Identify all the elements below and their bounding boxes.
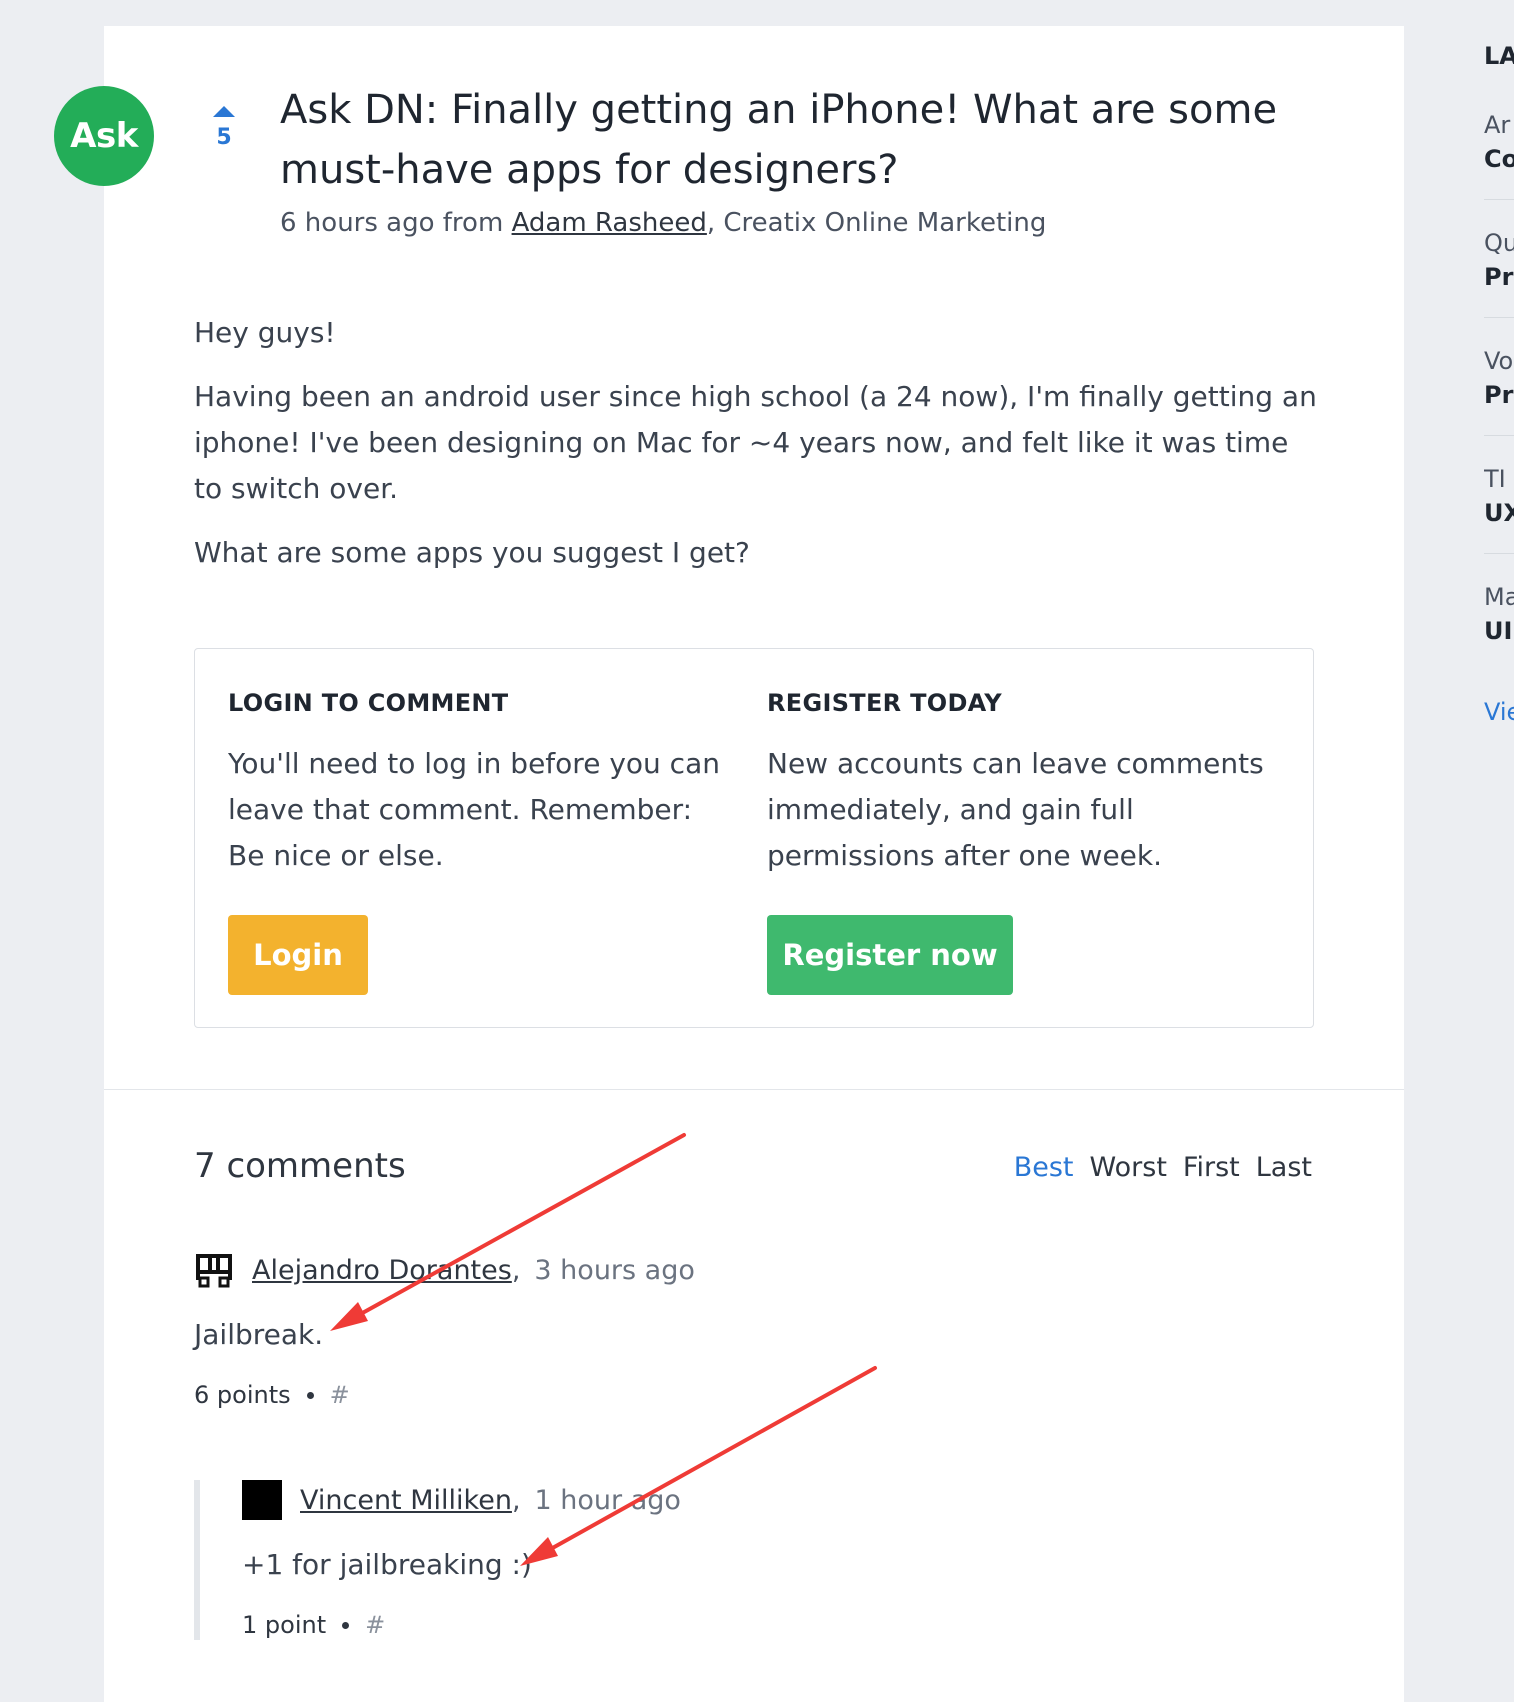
post-body: Hey guys! Having been an android user si… [194,310,1324,594]
comment-author-link[interactable]: Vincent Milliken [300,1485,512,1516]
page: Ask 5 Ask DN: Finally getting an iPhone!… [0,0,1514,1702]
comment-permalink[interactable]: # [365,1611,385,1639]
sidebar-item-category: Ar [1484,111,1511,139]
sort-first[interactable]: First [1183,1152,1240,1183]
sidebar-item-category: Ma [1484,583,1514,611]
ask-badge[interactable]: Ask [54,86,154,186]
sidebar-item[interactable]: Vo Pri [1484,344,1514,436]
black-square-avatar-icon[interactable] [242,1480,282,1520]
post-company: , Creatix Online Marketing [706,208,1047,238]
comment-sort-options: Best Worst First Last [1014,1152,1312,1183]
comment-footer: 1 point # [242,1611,1142,1639]
sidebar-item[interactable]: Qu Pr [1484,226,1514,318]
post-meta: 6 hours ago from Adam Rasheed, Creatix O… [280,208,1046,238]
post-paragraph: Having been an android user since high s… [194,380,1317,505]
login-heading: LOGIN TO COMMENT [228,689,509,717]
sidebar-item-category: TI [1484,465,1506,493]
comment-reply: Vincent Milliken, 1 hour ago +1 for jail… [194,1480,1142,1640]
comment-points: 6 points [194,1381,291,1409]
post-title: Ask DN: Finally getting an iPhone! What … [280,87,1278,193]
separator-dot [306,1391,314,1399]
section-divider [104,1089,1404,1090]
post-paragraph: What are some apps you suggest I get? [194,536,750,569]
sidebar-inner: LA Ar Co Qu Pr Vo Pri TI UX Ma UI Vie [1484,42,1514,726]
sidebar-item-category: Vo [1484,347,1514,375]
login-register-box: LOGIN TO COMMENT You'll need to log in b… [194,648,1314,1028]
comment: Alejandro Dorantes, 3 hours ago Jailbrea… [194,1250,1094,1409]
login-text: You'll need to log in before you can lea… [228,747,720,872]
sidebar-view-all-link[interactable]: Vie [1484,698,1514,726]
post-author-link[interactable]: Adam Rasheed [512,208,707,238]
login-button[interactable]: Login [228,915,368,995]
register-heading: REGISTER TODAY [767,689,1002,717]
vote-widget[interactable]: 5 [210,106,238,150]
sidebar-item-title[interactable]: UI [1484,614,1514,648]
register-text: New accounts can leave comments immediat… [767,747,1264,872]
sidebar-item-category: Qu [1484,229,1514,257]
comment-header: Alejandro Dorantes, 3 hours ago [194,1250,1094,1290]
right-sidebar: LA Ar Co Qu Pr Vo Pri TI UX Ma UI Vie [1484,0,1514,1702]
sidebar-heading: LA [1484,42,1514,70]
sidebar-item-title[interactable]: UX [1484,496,1514,530]
upvote-arrow-icon[interactable] [213,106,235,117]
comment-permalink[interactable]: # [330,1381,350,1409]
comments-count-title: 7 comments [194,1146,406,1186]
sidebar-item-title[interactable]: Co [1484,142,1514,176]
comment-footer: 6 points # [194,1381,1094,1409]
vote-count: 5 [216,125,232,150]
comment-time: 3 hours ago [534,1254,695,1286]
comment-time: 1 hour ago [534,1484,681,1516]
comment-header: Vincent Milliken, 1 hour ago [242,1480,1142,1520]
sidebar-item-title[interactable]: Pri [1484,378,1514,412]
sidebar-item[interactable]: Ar Co [1484,108,1514,200]
sort-worst[interactable]: Worst [1090,1152,1167,1183]
comment-text: Jailbreak. [194,1318,324,1351]
sort-last[interactable]: Last [1256,1152,1312,1183]
post-paragraph: Hey guys! [194,316,336,349]
pixel-glyph-avatar-icon[interactable] [194,1250,234,1290]
post-time: 6 hours ago from [280,208,512,238]
login-column: LOGIN TO COMMENT You'll need to log in b… [228,689,728,879]
register-button[interactable]: Register now [767,915,1013,995]
sidebar-item-title[interactable]: Pr [1484,260,1514,294]
separator-dot [342,1621,350,1629]
sidebar-item[interactable]: TI UX [1484,462,1514,554]
comment-points: 1 point [242,1611,327,1639]
register-column: REGISTER TODAY New accounts can leave co… [767,689,1267,879]
sort-best[interactable]: Best [1014,1152,1074,1183]
comment-author-link[interactable]: Alejandro Dorantes [252,1255,512,1286]
sidebar-item[interactable]: Ma UI [1484,580,1514,672]
comment-text: +1 for jailbreaking :) [242,1548,532,1581]
